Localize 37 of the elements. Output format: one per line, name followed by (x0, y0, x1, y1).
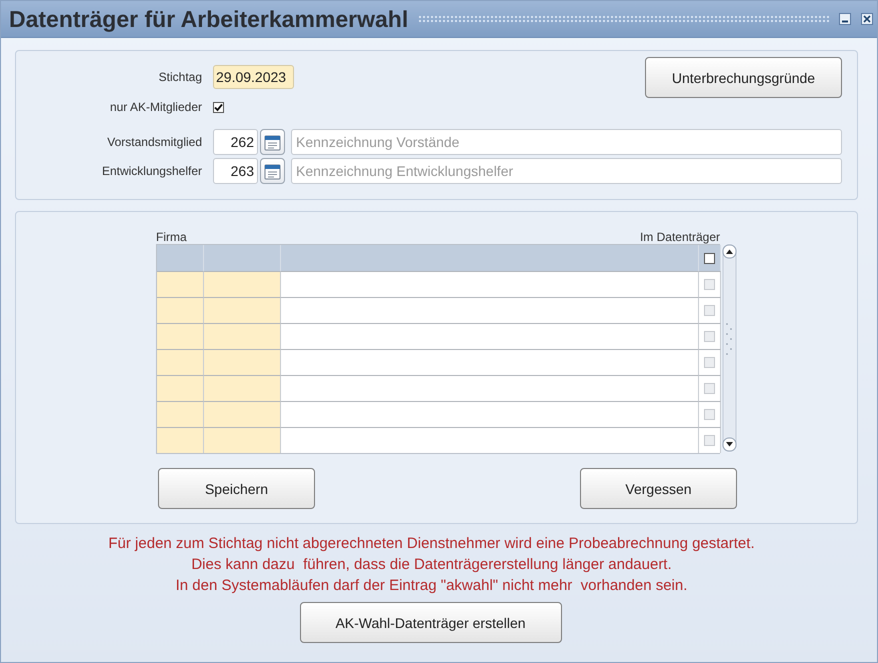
save-button[interactable]: Speichern (158, 468, 315, 509)
table-cell (157, 375, 204, 401)
description-field[interactable]: Kennzeichnung Vorstände (291, 129, 842, 155)
date-field[interactable]: 29.09.2023 (213, 65, 294, 89)
table-cell (157, 349, 204, 375)
field-label: Stichtag (158, 70, 202, 84)
calendar-button[interactable] (260, 129, 285, 155)
warning-text: Dies kann dazu führen, dass die Datenträgererstellung länger andauert. (191, 555, 672, 575)
table-cell (157, 271, 204, 297)
create-button[interactable]: AK-Wahl-Datenträger erstellen (300, 602, 562, 643)
minimize-icon[interactable] (839, 13, 851, 25)
close-icon[interactable] (861, 13, 873, 25)
header-cell (157, 245, 204, 271)
table-cell (157, 297, 204, 323)
table-cell (157, 323, 204, 349)
field-label: Vorstandsmitglied (106, 135, 202, 149)
checkbox-label: nur AK-Mitglieder (108, 100, 202, 114)
interruption-reasons-button[interactable]: Unterbrechungsgründe (645, 57, 842, 98)
warning-text: In den Systemabläufen darf der Eintrag "akwahl" nicht mehr vorhanden sein. (176, 576, 688, 596)
column-caption: Im Datenträger (640, 230, 720, 244)
calendar-icon (264, 134, 281, 150)
field-label: Entwicklungshelfer (100, 164, 202, 178)
table-cell (157, 427, 204, 453)
column-caption: Firma (156, 230, 187, 244)
checkbox[interactable] (213, 102, 224, 112)
table-cell (157, 401, 204, 427)
window-title: Datenträger für Arbeiterkammerwahl (9, 6, 408, 32)
number-field[interactable]: 263 (213, 158, 258, 184)
warning-text: Für jeden zum Stichtag nicht abgerechneten Dienstnehmer wird eine Probeabrechnung gestartet. (108, 534, 755, 554)
calendar-button[interactable] (260, 158, 285, 184)
number-field[interactable]: 262 (213, 129, 258, 155)
checkbox[interactable] (704, 252, 715, 264)
calendar-icon (264, 162, 281, 180)
discard-button[interactable]: Vergessen (580, 468, 737, 509)
checkmark-icon (214, 102, 223, 112)
description-field[interactable]: Kennzeichnung Entwicklungshelfer (291, 158, 842, 184)
scrollbar[interactable] (722, 244, 737, 452)
